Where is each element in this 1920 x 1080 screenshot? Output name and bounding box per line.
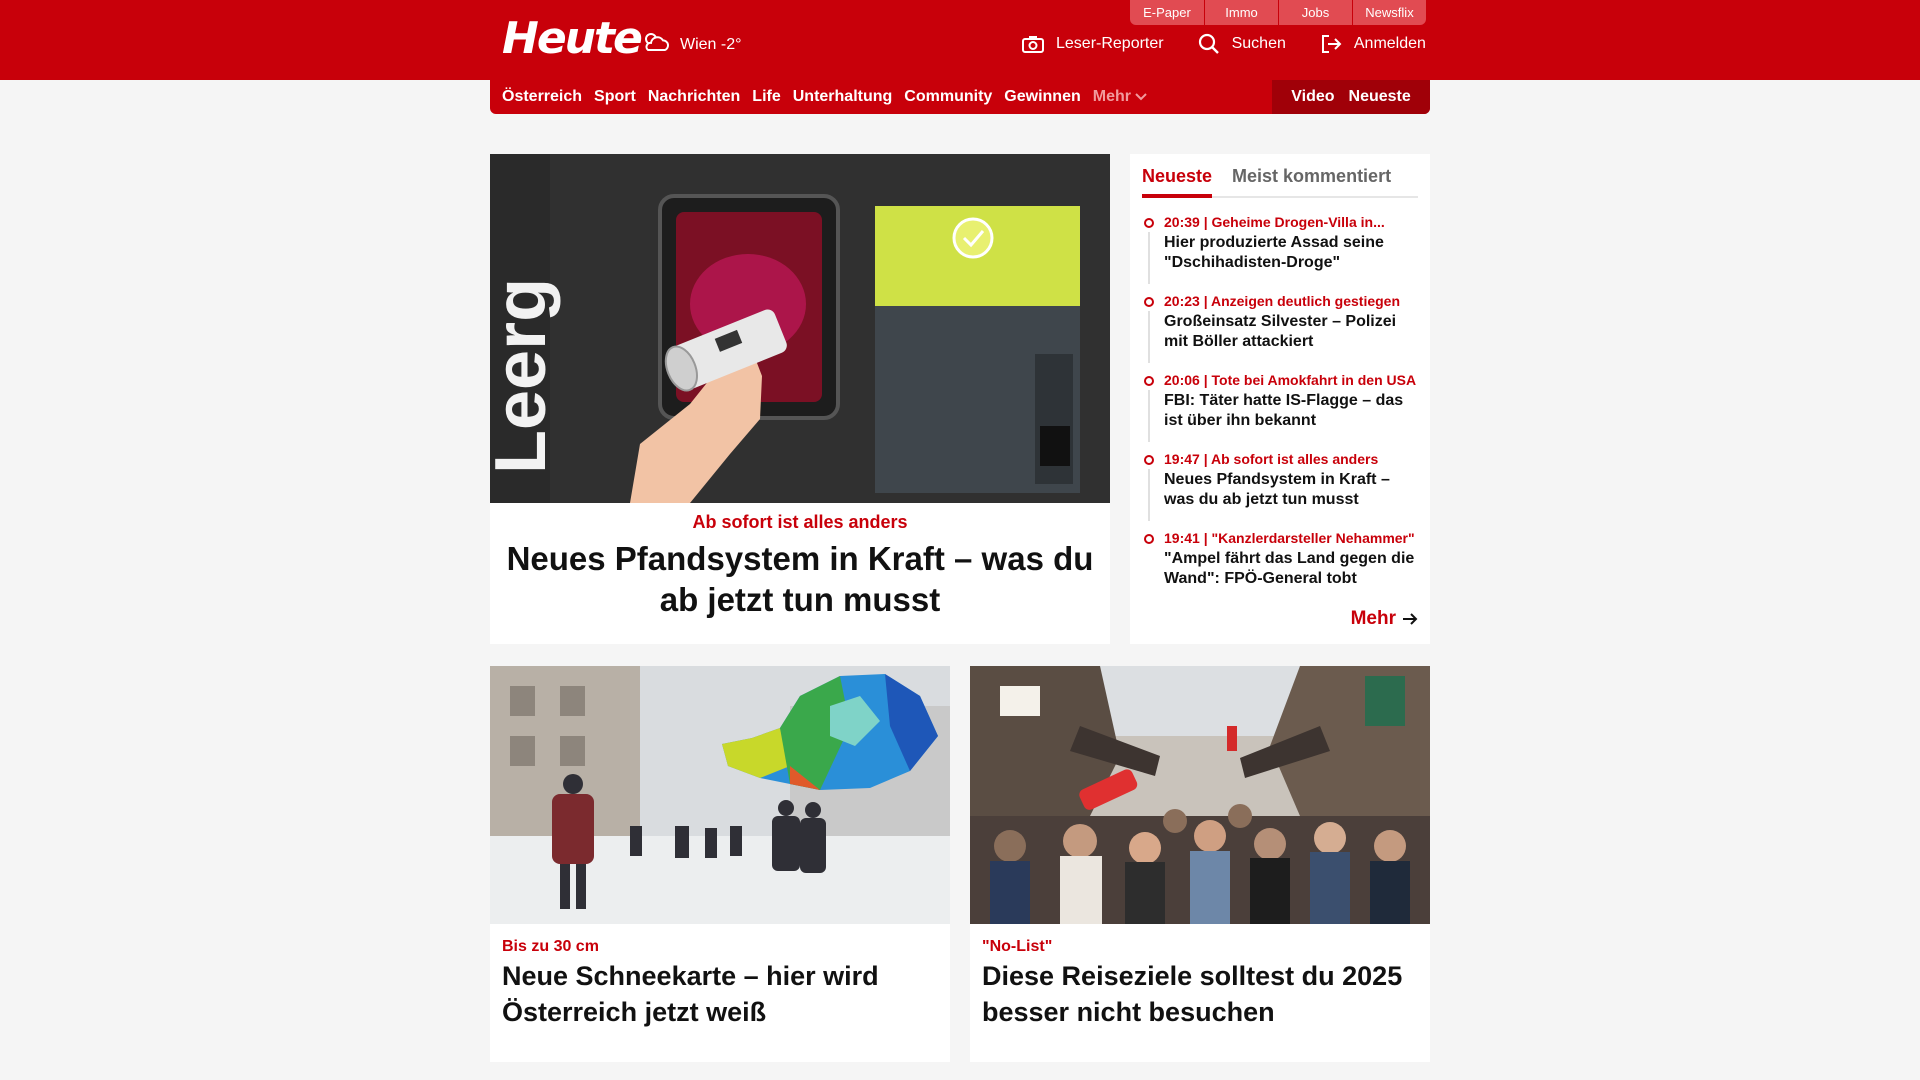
timeline-line	[1148, 311, 1150, 363]
nav-item-oesterreich[interactable]: Österreich	[502, 88, 582, 106]
latest-news-panel: Neueste Meist kommentiert 20:39 | Geheim…	[1130, 154, 1430, 644]
camera-icon	[1022, 36, 1044, 53]
article-headline[interactable]: Neue Schneekarte – hier wird Österreich …	[502, 958, 932, 1030]
timeline-dot-icon	[1144, 297, 1154, 307]
main-nav: Österreich Sport Nachrichten Life Unterh…	[490, 80, 1430, 114]
site-header	[0, 0, 1920, 80]
news-headline: FBI: Täter hatte IS-Flagge – das ist übe…	[1164, 392, 1404, 429]
latest-news-list: 20:39 | Geheime Drogen-Villa in... Hier …	[1142, 214, 1422, 609]
article-card-travel[interactable]: "No-List" Diese Reiseziele solltest du 2…	[970, 666, 1430, 1062]
cloud-sun-icon	[640, 30, 672, 59]
news-headline: Hier produzierte Assad seine "Dschihadis…	[1164, 234, 1384, 271]
nav-latest-link[interactable]: Neueste	[1349, 88, 1411, 106]
article-image-travel[interactable]	[970, 666, 1430, 924]
timeline-line	[1148, 469, 1150, 521]
news-meta: 20:39 | Geheime Drogen-Villa in...	[1164, 214, 1385, 230]
article-kicker: "No-List"	[982, 938, 1053, 955]
top-link-epaper[interactable]: E-Paper	[1130, 0, 1204, 25]
list-item[interactable]: 20:39 | Geheime Drogen-Villa in... Hier …	[1142, 214, 1422, 293]
tab-neueste[interactable]: Neueste	[1142, 162, 1213, 198]
login-button[interactable]: Anmelden	[1320, 33, 1426, 55]
timeline-line	[1148, 232, 1150, 284]
hero-kicker: Ab sofort ist alles anders	[692, 512, 908, 532]
nav-item-sport[interactable]: Sport	[594, 88, 636, 106]
article-card-snow[interactable]: Bis zu 30 cm Neue Schneekarte – hier wir…	[490, 666, 950, 1062]
latest-more-label: Mehr	[1350, 608, 1396, 629]
arrow-right-icon	[1403, 613, 1418, 625]
header-actions: Leser-Reporter Suchen Anmelden	[1022, 33, 1426, 55]
nav-item-nachrichten[interactable]: Nachrichten	[648, 88, 740, 106]
nav-more-label: Mehr	[1092, 88, 1131, 105]
timeline-dot-icon	[1144, 534, 1154, 544]
search-icon	[1198, 33, 1219, 54]
hero-image[interactable]: Leerg	[490, 154, 1110, 503]
top-link-newsflix[interactable]: Newsflix	[1352, 0, 1426, 25]
list-item[interactable]: 19:41 | "Kanzlerdarsteller Nehammer" "Am…	[1142, 530, 1422, 609]
timeline-dot-icon	[1144, 376, 1154, 386]
tab-meist-kommentiert[interactable]: Meist kommentiert	[1232, 162, 1391, 198]
hero-image-text: Leerg	[490, 278, 561, 474]
nav-item-life[interactable]: Life	[752, 88, 780, 106]
news-meta: 19:41 | "Kanzlerdarsteller Nehammer"	[1164, 530, 1415, 546]
article-kicker: Bis zu 30 cm	[502, 938, 599, 955]
timeline-line	[1148, 390, 1150, 442]
news-headline: "Ampel fährt das Land gegen die Wand": F…	[1164, 550, 1415, 587]
hero-article[interactable]: Leerg Ab sofort ist alles anders Neues P…	[490, 154, 1110, 644]
timeline-dot-icon	[1144, 218, 1154, 228]
chevron-down-icon	[1135, 93, 1147, 101]
nav-item-community[interactable]: Community	[904, 88, 992, 106]
hero-headline[interactable]: Neues Pfandsystem in Kraft – was du ab j…	[490, 538, 1110, 620]
timeline-dot-icon	[1144, 455, 1154, 465]
list-item[interactable]: 20:06 | Tote bei Amokfahrt in den USA FB…	[1142, 372, 1422, 451]
news-headline: Großeinsatz Silvester – Polizei mit Böll…	[1164, 313, 1397, 350]
nav-more-button[interactable]: Mehr	[1093, 88, 1147, 106]
nav-video-link[interactable]: Video	[1291, 88, 1334, 106]
site-logo[interactable]: Heute	[502, 13, 643, 64]
nav-right: Video Neueste	[1272, 80, 1430, 114]
latest-news-tabs: Neueste Meist kommentiert	[1142, 162, 1418, 198]
search-label: Suchen	[1231, 35, 1286, 52]
list-item[interactable]: 20:23 | Anzeigen deutlich gestiegen Groß…	[1142, 293, 1422, 372]
weather-text: Wien -2°	[680, 35, 742, 53]
login-label: Anmelden	[1353, 35, 1426, 52]
article-headline[interactable]: Diese Reiseziele solltest du 2025 besser…	[982, 958, 1412, 1030]
nav-item-unterhaltung[interactable]: Unterhaltung	[793, 88, 893, 106]
list-item[interactable]: 19:47 | Ab sofort ist alles anders Neues…	[1142, 451, 1422, 530]
nav-item-gewinnen[interactable]: Gewinnen	[1004, 88, 1080, 106]
article-image-snow[interactable]	[490, 666, 950, 924]
top-link-immo[interactable]: Immo	[1204, 0, 1278, 25]
news-meta: 20:06 | Tote bei Amokfahrt in den USA	[1164, 372, 1417, 388]
news-meta: 19:47 | Ab sofort ist alles anders	[1164, 451, 1379, 467]
latest-more-link[interactable]: Mehr	[1351, 608, 1418, 630]
leser-reporter-label: Leser-Reporter	[1056, 35, 1164, 52]
top-links: E-Paper Immo Jobs Newsflix	[1130, 0, 1426, 25]
top-link-jobs[interactable]: Jobs	[1278, 0, 1352, 25]
news-headline: Neues Pfandsystem in Kraft – was du ab j…	[1164, 471, 1390, 508]
leser-reporter-button[interactable]: Leser-Reporter	[1022, 33, 1164, 55]
login-icon	[1321, 35, 1342, 53]
news-meta: 20:23 | Anzeigen deutlich gestiegen	[1164, 293, 1401, 309]
search-button[interactable]: Suchen	[1198, 33, 1286, 55]
weather-widget[interactable]: Wien -2°	[640, 30, 742, 59]
